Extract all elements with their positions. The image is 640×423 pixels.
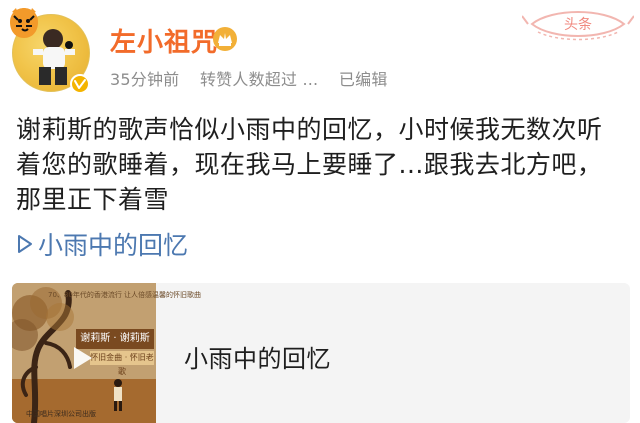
play-icon[interactable] xyxy=(70,343,96,373)
crown-icon[interactable] xyxy=(212,26,238,52)
card-title[interactable]: 小雨中的回忆 xyxy=(184,339,331,374)
stamp-text: 头条 xyxy=(564,16,592,33)
music-card[interactable]: 70、80年代的香港流行 让人倍感温馨的怀旧歌曲 谢莉斯 · 谢莉斯 怀旧金曲 … xyxy=(12,283,630,423)
username[interactable]: 左小祖咒 xyxy=(110,22,218,59)
verified-v-icon xyxy=(74,79,86,89)
album-bottom-text: 中国唱片深圳公司出版 xyxy=(26,410,96,418)
play-icon xyxy=(18,235,32,253)
edited-label[interactable]: 已编辑 xyxy=(339,66,388,90)
song-link[interactable]: 小雨中的回忆 xyxy=(16,226,188,262)
post-meta: 35分钟前 转赞人数超过 ... 已编辑 xyxy=(110,66,388,90)
album-cover[interactable]: 70、80年代的香港流行 让人倍感温馨的怀旧歌曲 谢莉斯 · 谢莉斯 怀旧金曲 … xyxy=(12,283,202,423)
avatar-container[interactable] xyxy=(8,8,100,94)
tiger-icon xyxy=(10,8,38,38)
album-top-text: 70、80年代的香港流行 让人倍感温馨的怀旧歌曲 xyxy=(48,291,202,299)
post-text: 谢莉斯的歌声恰似小雨中的回忆，小时候我无数次听着您的歌睡着，现在我马上要睡了..… xyxy=(16,115,603,214)
post-time: 35分钟前 xyxy=(110,70,180,89)
song-link-label[interactable]: 小雨中的回忆 xyxy=(38,226,188,262)
weibo-post: 左小祖咒 35分钟前 转赞人数超过 ... 已编辑 头条 谢莉斯的歌声恰似小雨中… xyxy=(0,0,640,423)
verified-icon xyxy=(70,74,90,94)
forward-note[interactable]: 转赞人数超过 ... xyxy=(200,66,318,90)
album-subtitle: 怀旧金曲 · 怀旧老歌 xyxy=(90,351,154,376)
stamp-icon: 头条 xyxy=(522,11,634,41)
